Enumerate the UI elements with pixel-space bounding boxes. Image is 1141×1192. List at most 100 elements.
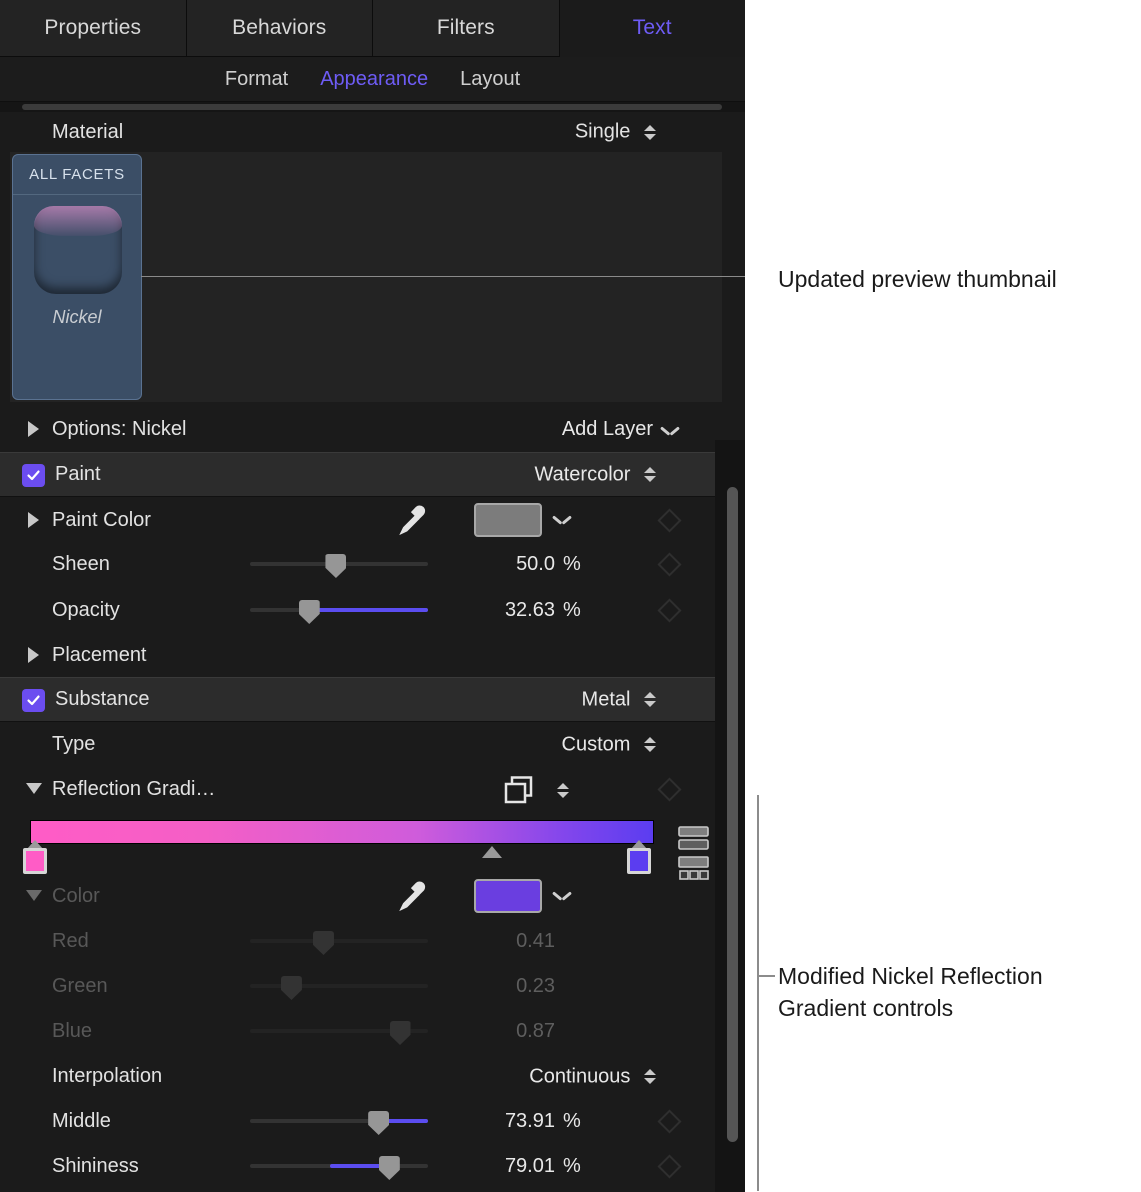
sheen-slider[interactable] [250,549,428,579]
red-label: Red [52,930,89,952]
blue-row: Blue 0.87 [0,1009,715,1054]
substance-type-value: Metal [581,687,631,710]
green-slider-thumb[interactable] [280,976,302,1000]
paint-color-keyframe-icon[interactable] [657,508,682,533]
red-slider[interactable] [250,926,428,956]
gradient-color-eyedropper-icon[interactable] [394,879,428,913]
green-slider-track [250,984,428,988]
paint-color-chevron-down-icon[interactable] [553,515,571,526]
blue-slider-thumb[interactable] [389,1021,411,1045]
facet-card-all-facets[interactable]: ALL FACETS Nickel [12,154,142,400]
reflection-gradient-keyframe-icon[interactable] [657,777,682,802]
sheen-value[interactable]: 50.0 [440,553,555,576]
middle-slider[interactable] [250,1106,428,1136]
reflection-gradient-disclosure-triangle-icon[interactable] [26,783,42,794]
type-popup[interactable]: Custom [562,733,657,757]
subtab-format[interactable]: Format [225,68,288,91]
shininess-slider-thumb[interactable] [378,1156,400,1180]
type-label: Type [52,733,96,755]
sheen-keyframe-icon[interactable] [657,552,682,577]
tab-properties[interactable]: Properties [0,0,187,57]
gradient-color-disclosure-triangle-icon[interactable] [26,890,42,901]
type-stepper-icon[interactable] [643,733,657,757]
tab-text[interactable]: Text [559,0,745,57]
gradient-stop-end[interactable] [626,840,652,874]
annotation-gradient-line1: Modified Nickel Reflection [778,963,1043,989]
tab-behaviors[interactable]: Behaviors [186,0,373,57]
paint-type-value: Watercolor [534,462,631,485]
green-slider[interactable] [250,971,428,1001]
material-popup[interactable]: Single [575,120,657,144]
blue-value[interactable]: 0.87 [440,1020,555,1043]
paint-color-swatch[interactable] [474,503,542,537]
gradient-stop-end-body [627,848,651,874]
red-slider-thumb[interactable] [312,931,334,955]
subtab-appearance[interactable]: Appearance [320,68,428,91]
paint-color-disclosure-triangle-icon[interactable] [28,512,39,528]
opacity-keyframe-icon[interactable] [657,598,682,623]
gradient-bar[interactable] [30,820,654,844]
subtab-layout[interactable]: Layout [460,68,520,91]
substance-checkbox[interactable] [22,689,45,712]
thumbnail-gloss [34,206,122,236]
sheen-row: Sheen 50.0 % [0,542,715,587]
annotation-gradient-line2: Gradient controls [778,995,954,1021]
placement-disclosure-triangle-icon[interactable] [28,647,39,663]
opacity-slider[interactable] [250,595,428,625]
blue-slider[interactable] [250,1016,428,1046]
paint-color-eyedropper-icon[interactable] [394,503,428,537]
middle-row: Middle 73.91 % [0,1099,715,1144]
tab-properties-label: Properties [44,16,142,39]
green-row: Green 0.23 [0,964,715,1009]
add-layer-chevron-down-icon[interactable] [661,426,679,437]
material-stepper-icon[interactable] [643,120,657,144]
middle-slider-thumb[interactable] [368,1111,390,1135]
gradient-preset-copy-icon[interactable] [504,776,538,811]
material-label: Material [52,120,124,143]
gradient-color-chevron-down-icon[interactable] [553,891,571,902]
blue-label: Blue [52,1020,93,1042]
interpolation-label: Interpolation [52,1065,163,1087]
gradient-two-bar-icon[interactable] [678,826,710,859]
material-preview-thumbnail[interactable] [34,206,122,294]
interpolation-popup[interactable]: Continuous [529,1065,657,1089]
gradient-color-swatch[interactable] [474,879,542,913]
middle-value[interactable]: 73.91 [440,1110,555,1133]
paint-checkbox[interactable] [22,464,45,487]
paint-section-header: Paint Watercolor [0,452,715,497]
horizontal-scrollbar-thumb[interactable] [22,104,722,110]
interpolation-value: Continuous [529,1064,631,1087]
opacity-slider-thumb[interactable] [298,600,320,624]
paint-type-stepper-icon[interactable] [643,463,657,487]
middle-label: Middle [52,1110,111,1132]
gradient-stop-start-color [26,851,44,871]
gradient-color-label: Color [52,885,100,907]
shininess-value[interactable]: 79.01 [440,1155,555,1178]
sheen-unit: % [563,553,581,575]
options-disclosure-triangle-icon[interactable] [28,421,39,437]
middle-keyframe-icon[interactable] [657,1109,682,1134]
opacity-value[interactable]: 32.63 [440,599,555,622]
sheen-slider-thumb[interactable] [325,554,347,578]
gradient-preset-stepper-icon[interactable] [556,778,570,802]
green-value[interactable]: 0.23 [440,975,555,998]
red-slider-track [250,939,428,943]
add-layer-popup[interactable]: Add Layer [562,418,653,441]
paint-type-popup[interactable]: Watercolor [534,463,657,487]
substance-label: Substance [55,688,150,710]
shininess-keyframe-icon[interactable] [657,1154,682,1179]
gradient-stop-start[interactable] [22,840,48,874]
substance-type-popup[interactable]: Metal [582,688,657,712]
shininess-label: Shininess [52,1155,139,1177]
shininess-slider[interactable] [250,1151,428,1181]
callout-bracket-gradient [757,795,759,1191]
vertical-scrollbar-thumb[interactable] [727,487,738,1142]
inspector-panel: Properties Behaviors Filters Text Format… [0,0,745,1192]
material-browser[interactable]: ALL FACETS Nickel [10,152,722,402]
gradient-midpoint-marker[interactable] [481,846,502,858]
interpolation-stepper-icon[interactable] [643,1065,657,1089]
substance-type-stepper-icon[interactable] [643,688,657,712]
red-value[interactable]: 0.41 [440,930,555,953]
paint-label: Paint [55,463,101,485]
tab-filters[interactable]: Filters [373,0,560,57]
